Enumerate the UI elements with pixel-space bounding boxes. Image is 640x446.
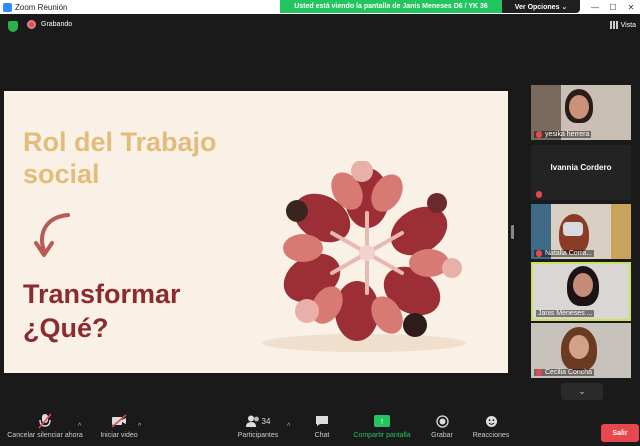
meeting-toolbar: Cancelar silenciar ahora ^ Iniciar video… — [0, 410, 640, 446]
shared-screen-slide: Rol del Trabajo social Transformar ¿Qué? — [4, 91, 508, 373]
zoom-logo-icon — [3, 2, 12, 12]
record-button[interactable]: Grabar — [428, 410, 456, 446]
grid-view-icon — [609, 21, 618, 29]
participant-tile[interactable]: Ivannia Cordero — [531, 145, 631, 200]
participant-face — [569, 95, 589, 119]
participants-label: Participantes — [237, 432, 279, 439]
reactions-label: Reacciones — [472, 432, 510, 439]
share-banner-message: Usted está viendo la pantalla de Janis M… — [280, 0, 502, 13]
participant-tile[interactable]: yesika herrera — [531, 85, 631, 140]
unmute-label: Cancelar silenciar ahora — [7, 432, 83, 439]
muted-mic-icon — [536, 191, 542, 198]
video-options-caret-icon[interactable]: ^ — [138, 423, 141, 430]
slide-heading: Rol del Trabajo social — [23, 127, 217, 189]
chat-button[interactable]: Chat — [308, 410, 336, 446]
meeting-status-row: Grabando Vista — [0, 16, 640, 36]
record-label: Grabar — [431, 432, 453, 439]
participant-name: yesika herrera — [545, 131, 590, 138]
reactions-button[interactable]: Reacciones — [470, 410, 512, 446]
slide-subheading-line1: Transformar — [23, 279, 181, 309]
chat-label: Chat — [314, 432, 330, 439]
panel-splitter-handle[interactable] — [511, 225, 514, 239]
muted-microphone-icon — [38, 410, 52, 432]
participants-options-caret-icon[interactable]: ^ — [287, 423, 290, 430]
participant-name-label: Janis Meneses ... — [536, 310, 595, 317]
leave-meeting-button[interactable]: Salir — [601, 424, 639, 442]
muted-mic-icon — [536, 131, 542, 138]
participant-name: Cecilia Concha — [545, 369, 593, 376]
smiley-icon — [485, 410, 498, 432]
minimize-button[interactable]: — — [586, 0, 604, 14]
participant-tile-active-speaker[interactable]: Janis Meneses ... — [531, 262, 631, 321]
curved-arrow-icon — [34, 213, 70, 257]
audio-options-caret-icon[interactable]: ^ — [78, 423, 81, 430]
recording-dot-icon — [27, 20, 36, 29]
share-screen-icon: ↑ — [374, 410, 390, 432]
participant-name-label: Cecilia Concha — [534, 369, 595, 376]
participant-name-label: Natalia Corra... — [534, 250, 595, 257]
start-video-label: Iniciar video — [100, 432, 138, 439]
participants-count: 34 — [261, 416, 271, 426]
participant-name: Natalia Corra... — [545, 250, 593, 257]
participant-tile[interactable]: Cecilia Concha — [531, 323, 631, 378]
chevron-down-icon: ⌄ — [578, 386, 586, 396]
start-video-button[interactable]: Iniciar video — [96, 410, 142, 446]
muted-mic-icon — [536, 250, 542, 257]
close-button[interactable]: ✕ — [622, 0, 640, 14]
share-screen-label: Compartir pantalla — [353, 432, 411, 439]
window-controls: — ☐ ✕ — [586, 0, 640, 14]
view-button[interactable]: Vista — [609, 21, 636, 29]
muted-mic-icon — [536, 369, 542, 376]
recording-label: Grabando — [41, 21, 73, 28]
participant-name-display: Ivannia Cordero — [550, 163, 612, 172]
participants-button[interactable]: 34 Participantes — [234, 410, 282, 446]
chat-bubble-icon — [315, 410, 329, 432]
participant-face — [573, 273, 593, 297]
slide-subheading: Transformar ¿Qué? — [23, 277, 243, 345]
hands-circle-illustration — [283, 161, 462, 341]
participant-face — [569, 335, 589, 359]
participant-tile[interactable]: Natalia Corra... — [531, 204, 631, 259]
participant-name-label — [534, 191, 547, 198]
view-label: Vista — [620, 21, 636, 29]
participant-name: Janis Meneses ... — [538, 310, 593, 317]
share-screen-button[interactable]: ↑ Compartir pantalla — [350, 410, 414, 446]
slide-subheading-line2: ¿Qué? — [23, 313, 109, 343]
record-icon — [435, 410, 449, 432]
recording-indicator[interactable]: Grabando — [27, 20, 72, 29]
participant-name-label: yesika herrera — [534, 131, 592, 138]
security-shield-icon[interactable] — [8, 21, 18, 32]
view-options-button[interactable]: Ver Opciones ⌄ — [502, 0, 580, 13]
unmute-button[interactable]: Cancelar silenciar ahora — [4, 410, 86, 446]
video-off-icon — [111, 410, 127, 432]
maximize-button[interactable]: ☐ — [604, 0, 622, 14]
gallery-next-button[interactable]: ⌄ — [561, 383, 603, 400]
window-title: Zoom Reunión — [15, 2, 68, 12]
share-banner: Usted está viendo la pantalla de Janis M… — [280, 0, 580, 13]
face-mask — [563, 222, 583, 236]
participants-icon: 34 — [245, 410, 271, 432]
